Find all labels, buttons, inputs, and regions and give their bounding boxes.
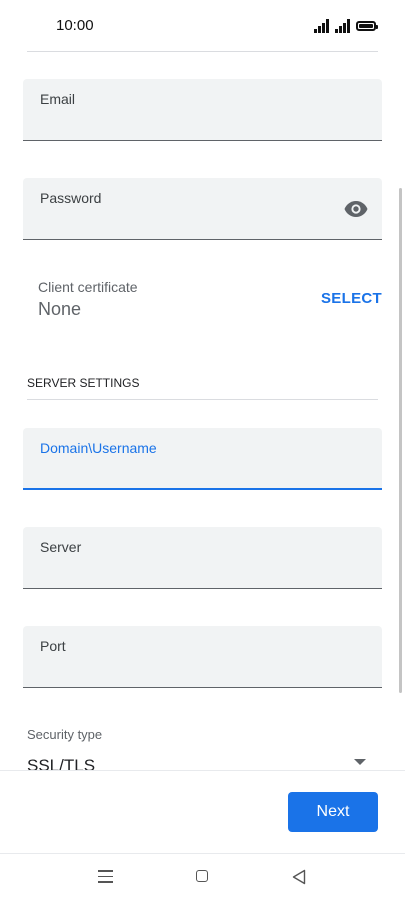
email-field[interactable]: Email <box>23 79 382 141</box>
battery-icon <box>356 21 378 31</box>
next-button[interactable]: Next <box>288 792 378 832</box>
password-field[interactable]: Password <box>23 178 382 240</box>
server-field[interactable]: Server <box>23 527 382 589</box>
eye-icon[interactable] <box>344 200 368 218</box>
signal-icon <box>314 19 332 33</box>
email-label: Email <box>40 91 76 107</box>
status-time: 10:00 <box>56 17 94 34</box>
divider <box>27 399 378 400</box>
divider <box>27 51 378 52</box>
security-type-label: Security type <box>27 727 103 742</box>
signal-icon <box>335 19 353 33</box>
home-icon[interactable] <box>196 870 208 882</box>
dropdown-arrow-icon[interactable] <box>354 759 366 765</box>
server-settings-header: SERVER SETTINGS <box>27 376 140 390</box>
security-type-value: SSL/TLS <box>27 756 96 770</box>
menu-icon[interactable] <box>98 870 113 883</box>
back-icon[interactable] <box>292 869 306 885</box>
password-label: Password <box>40 190 102 206</box>
client-certificate-value: None <box>38 299 82 319</box>
domain-username-label: Domain\Username <box>40 440 157 456</box>
port-field[interactable]: Port <box>23 626 382 688</box>
domain-username-field[interactable]: Domain\Username <box>23 428 382 490</box>
port-label: Port <box>40 638 66 654</box>
client-certificate-label: Client certificate <box>38 279 138 295</box>
scrollbar[interactable] <box>399 188 402 693</box>
select-certificate-button[interactable]: SELECT <box>321 290 382 307</box>
server-label: Server <box>40 539 82 555</box>
security-type-select[interactable]: SSL/TLS <box>27 756 227 770</box>
